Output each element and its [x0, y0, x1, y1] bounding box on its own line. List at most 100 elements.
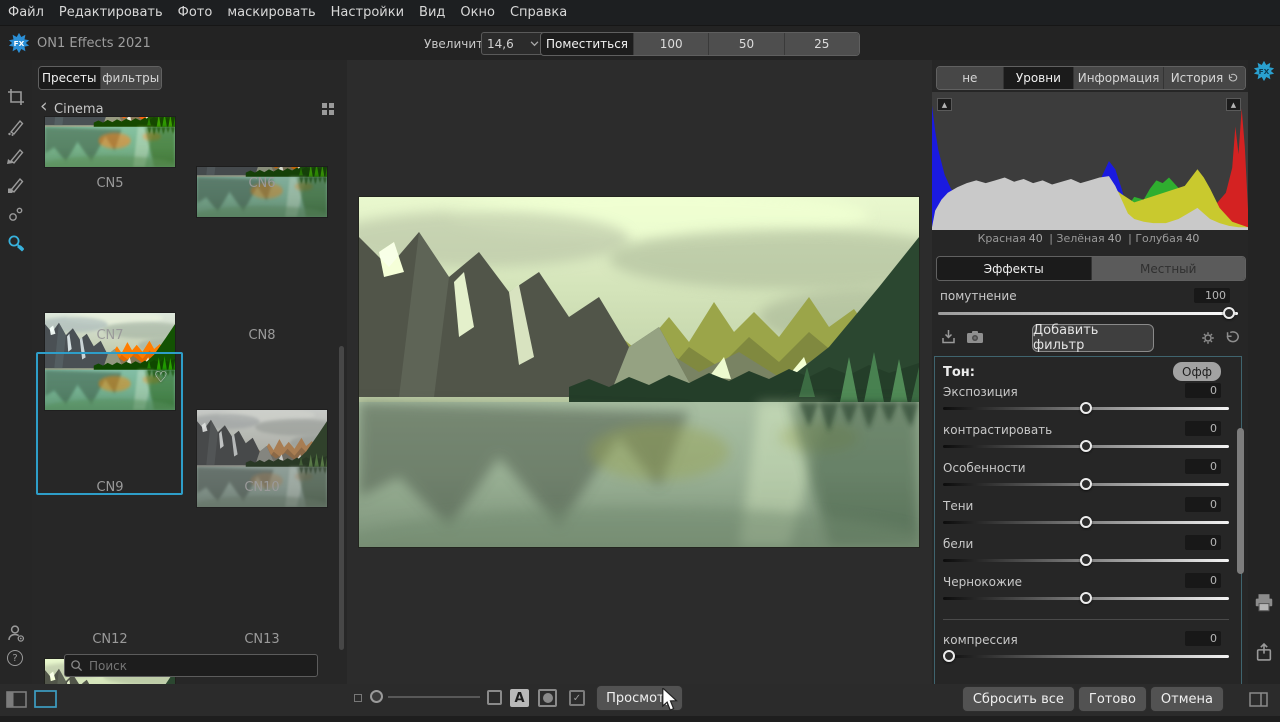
- effects-scrollbar[interactable]: [1237, 428, 1244, 574]
- zoom-value-dropdown[interactable]: 14,6: [481, 32, 545, 55]
- slider-exposure: Экспозиция 0: [935, 385, 1241, 423]
- refine-brush-tool-icon[interactable]: [7, 176, 25, 194]
- tab-levels[interactable]: Уровни: [1003, 67, 1074, 89]
- tab-filters[interactable]: фильтры: [100, 67, 162, 89]
- slider-details: Особенности 0: [935, 461, 1241, 499]
- split-view-icon[interactable]: [1249, 692, 1268, 707]
- menu-help[interactable]: Справка: [510, 5, 567, 20]
- slider-knob[interactable]: [1080, 516, 1092, 528]
- menu-photo[interactable]: Фото: [178, 5, 213, 20]
- zoom-50-button[interactable]: 50: [708, 33, 783, 55]
- right-panel-tabs: не Уровни Информация История: [936, 66, 1246, 90]
- slider-value[interactable]: 0: [1185, 573, 1221, 588]
- menu-mask[interactable]: маскировать: [227, 5, 315, 20]
- slider-track[interactable]: [943, 597, 1229, 600]
- menu-settings[interactable]: Настройки: [331, 5, 404, 20]
- category-title[interactable]: Cinema: [54, 102, 104, 117]
- camera-icon[interactable]: [966, 329, 984, 345]
- slider-knob[interactable]: [1080, 402, 1092, 414]
- main-photo[interactable]: [359, 197, 919, 547]
- cancel-button[interactable]: Отмена: [1151, 687, 1223, 711]
- tab-effects[interactable]: Эффекты: [937, 257, 1091, 280]
- slider-knob[interactable]: [943, 650, 955, 662]
- back-chevron-icon[interactable]: ‹: [40, 97, 48, 116]
- menu-edit[interactable]: Редактировать: [59, 5, 163, 20]
- save-preset-icon[interactable]: [940, 328, 957, 345]
- menu-window[interactable]: Окно: [460, 5, 495, 20]
- slider-track[interactable]: [943, 559, 1229, 562]
- slider-knob[interactable]: [1080, 440, 1092, 452]
- menu-file[interactable]: Файл: [8, 5, 44, 20]
- opacity-knob[interactable]: [1223, 307, 1235, 319]
- divider: [943, 619, 1229, 620]
- opacity-slider[interactable]: [938, 312, 1238, 315]
- add-filter-button[interactable]: Добавить фильтр: [1032, 324, 1154, 352]
- reset-all-button[interactable]: Сбросить все: [963, 687, 1074, 711]
- thumb-size-track[interactable]: [388, 696, 480, 698]
- slider-value[interactable]: 0: [1185, 383, 1221, 398]
- account-icon[interactable]: [7, 624, 25, 642]
- presets-scrollbar[interactable]: [339, 346, 344, 650]
- tab-nav[interactable]: не: [937, 67, 1003, 89]
- slider-knob[interactable]: [1080, 554, 1092, 566]
- menu-view[interactable]: Вид: [419, 5, 445, 20]
- slider-track[interactable]: [943, 407, 1229, 410]
- fit-button[interactable]: Поместиться: [541, 33, 633, 55]
- slider-blacks: Чернокожие 0: [935, 575, 1241, 613]
- slider-track[interactable]: [943, 521, 1229, 524]
- mask-bug-tool-icon[interactable]: [7, 147, 25, 165]
- histogram[interactable]: ▲ ▲: [932, 92, 1248, 230]
- help-icon[interactable]: ?: [7, 650, 23, 666]
- zoom-100-button[interactable]: 100: [633, 33, 708, 55]
- tab-history[interactable]: История: [1163, 67, 1245, 89]
- left-panel-tabs: Пресеты фильтры: [38, 66, 162, 90]
- search-input[interactable]: [87, 656, 311, 676]
- mask-view-icon[interactable]: [538, 689, 557, 707]
- slider-track[interactable]: [943, 483, 1229, 486]
- search-field[interactable]: [64, 654, 318, 677]
- enabled-check-icon[interactable]: ✓: [569, 690, 585, 706]
- highlight-clip-icon[interactable]: ▲: [1226, 98, 1241, 111]
- favorite-heart-icon[interactable]: ♡: [154, 368, 167, 386]
- grid-view-icon[interactable]: [322, 103, 335, 116]
- preset-label: CN6: [189, 176, 335, 191]
- fx-logo-icon: FX: [1253, 60, 1275, 82]
- slider-value[interactable]: 0: [1185, 631, 1221, 646]
- tab-local[interactable]: Местный: [1091, 257, 1246, 280]
- slider-value[interactable]: 0: [1185, 497, 1221, 512]
- view-blank-icon[interactable]: [487, 690, 502, 705]
- preset-label: CN7: [37, 328, 183, 343]
- preset-thumb-cn6[interactable]: [197, 167, 327, 217]
- slider-knob[interactable]: [1080, 478, 1092, 490]
- thumb-size-knob[interactable]: [370, 690, 383, 703]
- zoom-25-button[interactable]: 25: [784, 33, 859, 55]
- done-button[interactable]: Готово: [1079, 687, 1146, 711]
- print-icon[interactable]: [1253, 592, 1275, 614]
- view-text-icon[interactable]: А: [510, 689, 529, 707]
- chroma-mask-tool-icon[interactable]: [7, 205, 25, 223]
- shadow-clip-icon[interactable]: ▲: [937, 98, 952, 111]
- tab-presets[interactable]: Пресеты: [39, 67, 100, 89]
- preset-label: CN9: [37, 480, 183, 495]
- thumb-size-small-icon: [354, 694, 362, 702]
- tone-off-button[interactable]: Офф: [1173, 362, 1221, 381]
- slider-track[interactable]: [943, 445, 1229, 448]
- slider-track[interactable]: [943, 655, 1229, 658]
- zoom-pan-tool-icon[interactable]: [6, 233, 26, 253]
- crop-tool-icon[interactable]: [7, 88, 25, 106]
- slider-value[interactable]: 0: [1185, 459, 1221, 474]
- reset-pane-icon[interactable]: [1224, 330, 1240, 346]
- mask-brush-tool-icon[interactable]: [7, 118, 25, 136]
- export-share-icon[interactable]: [1255, 642, 1273, 662]
- opacity-value[interactable]: 100: [1194, 288, 1230, 303]
- right-edge-strip: FX: [1248, 60, 1280, 684]
- preset-thumb-cn5[interactable]: [45, 117, 175, 167]
- tab-info[interactable]: Информация: [1073, 67, 1163, 89]
- slider-knob[interactable]: [1080, 592, 1092, 604]
- gear-icon[interactable]: [1200, 330, 1216, 346]
- browse-panel-toggle-icon[interactable]: [6, 691, 27, 708]
- preset-panel-toggle-icon[interactable]: [34, 690, 57, 708]
- slider-value[interactable]: 0: [1185, 535, 1221, 550]
- preset-label: CN12: [37, 632, 183, 647]
- slider-value[interactable]: 0: [1185, 421, 1221, 436]
